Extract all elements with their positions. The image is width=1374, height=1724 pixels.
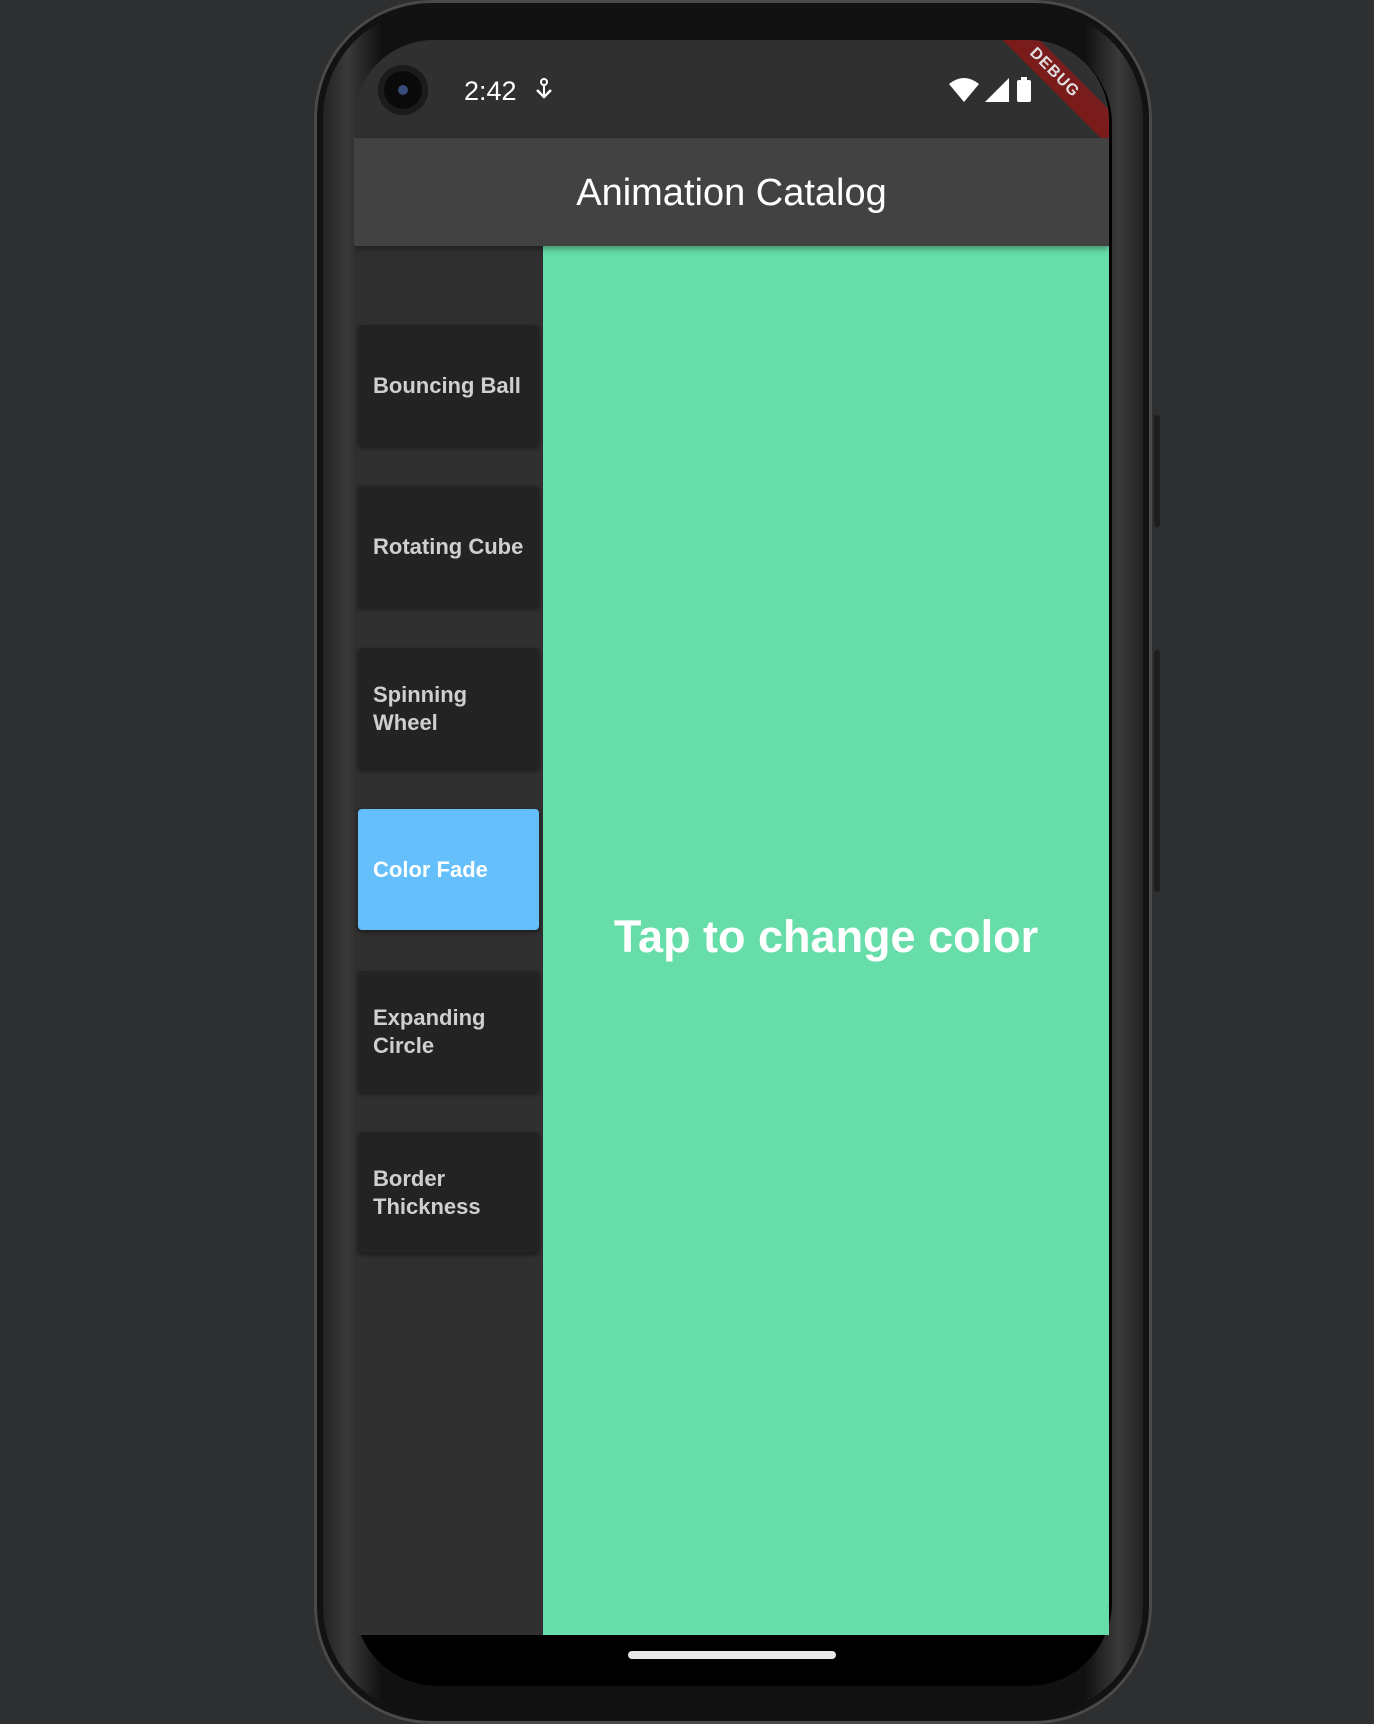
sidebar-item-rotating-cube[interactable]: Rotating Cube (358, 486, 539, 607)
status-icons (949, 77, 1031, 102)
sidebar-item-label: Border Thickness (373, 1165, 481, 1219)
sidebar-item-label: Bouncing Ball (373, 372, 521, 398)
device-screen: 2:42 DEBUG Animation Catalog Bouncing Ba… (354, 40, 1109, 1635)
status-time: 2:42 (464, 76, 517, 106)
sidebar-item-label: Spinning Wheel (373, 681, 468, 735)
volume-button (1154, 650, 1160, 892)
battery-icon (1017, 80, 1031, 102)
sidebar-item-label: Expanding Circle (373, 1004, 486, 1058)
sidebar-item-bouncing-ball[interactable]: Bouncing Ball (358, 325, 539, 446)
sidebar-item-label: Color Fade (373, 856, 488, 882)
sidebar-item-expanding-circle[interactable]: Expanding Circle (358, 971, 539, 1092)
cell-signal-icon (985, 78, 1009, 102)
sidebar: Bouncing Ball Rotating Cube Spinning Whe… (354, 246, 543, 1635)
download-icon (536, 78, 552, 99)
gesture-nav-handle[interactable] (628, 1651, 836, 1659)
sidebar-item-label: Rotating Cube (373, 533, 524, 559)
status-bar: 2:42 DEBUG (354, 40, 1109, 150)
tap-instruction: Tap to change color (613, 910, 1039, 962)
app-bar: Animation Catalog (354, 138, 1109, 246)
sidebar-item-color-fade[interactable]: Color Fade (358, 809, 539, 930)
sidebar-item-spinning-wheel[interactable]: Spinning Wheel (358, 648, 539, 769)
color-fade-area[interactable]: Tap to change color (543, 246, 1109, 1635)
page-title: Animation Catalog (576, 172, 887, 214)
power-button (1154, 415, 1160, 527)
camera-icon (378, 65, 428, 115)
sidebar-item-border-thickness[interactable]: Border Thickness (358, 1132, 539, 1253)
wifi-icon (949, 78, 979, 102)
